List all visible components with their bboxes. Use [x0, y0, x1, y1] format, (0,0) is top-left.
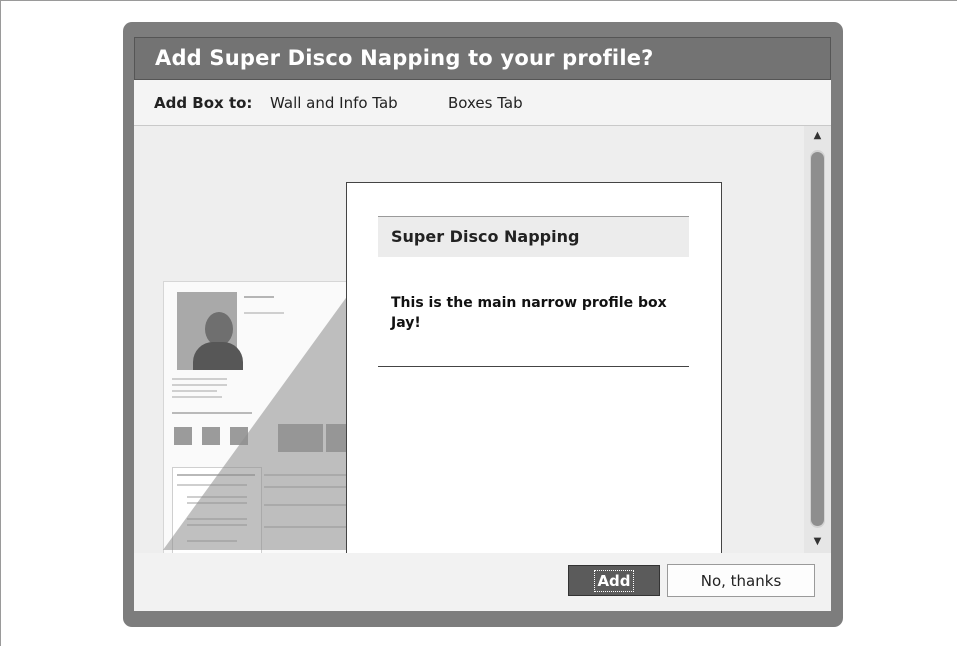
box-body-text: This is the main narrow profile box Jay!	[391, 295, 667, 331]
tabs-bar: Add Box to: Wall and Info Tab Boxes Tab	[134, 80, 831, 126]
add-to-profile-dialog: Add Super Disco Napping to your profile?…	[123, 22, 843, 627]
scroll-thumb[interactable]	[811, 152, 824, 526]
page-border-top	[0, 0, 957, 1]
mini-friend-thumb	[174, 427, 192, 445]
scroll-track[interactable]	[810, 150, 825, 528]
tab-wall-and-info[interactable]: Wall and Info Tab	[270, 94, 398, 112]
mini-text-line	[172, 396, 222, 398]
tab-boxes[interactable]: Boxes Tab	[448, 94, 523, 112]
triangle-down-icon[interactable]: ▼	[809, 534, 826, 550]
mini-text-line	[172, 378, 227, 380]
mini-text-line	[244, 312, 284, 314]
add-button[interactable]: Add	[568, 565, 660, 596]
mini-text-line	[172, 384, 227, 386]
triangle-up-icon[interactable]: ▲	[809, 128, 826, 144]
box-divider	[378, 366, 689, 367]
dialog-title: Add Super Disco Napping to your profile?	[155, 46, 654, 70]
mini-section-line	[172, 412, 252, 414]
dialog-title-bar: Add Super Disco Napping to your profile?	[134, 37, 831, 80]
no-thanks-button[interactable]: No, thanks	[667, 564, 815, 597]
profile-photo-head	[205, 312, 233, 346]
dialog-footer: Add No, thanks	[134, 553, 831, 611]
mini-text-line	[172, 390, 217, 392]
profile-box-preview: Super Disco Napping This is the main nar…	[346, 182, 722, 574]
profile-preview-area: Super Disco Napping This is the main nar…	[134, 126, 804, 578]
profile-photo-body	[193, 342, 243, 370]
add-box-to-label: Add Box to:	[154, 94, 253, 112]
page-border-left	[0, 0, 1, 646]
preview-scrollbar[interactable]: ▲ ▼	[804, 126, 831, 553]
dialog-content: Add Box to: Wall and Info Tab Boxes Tab	[134, 80, 831, 611]
box-header: Super Disco Napping	[378, 216, 689, 257]
profile-photo	[177, 292, 243, 370]
mini-name-line	[244, 296, 274, 298]
mini-friend-thumb	[202, 427, 220, 445]
box-title: Super Disco Napping	[391, 227, 580, 246]
add-button-label: Add	[594, 570, 634, 592]
